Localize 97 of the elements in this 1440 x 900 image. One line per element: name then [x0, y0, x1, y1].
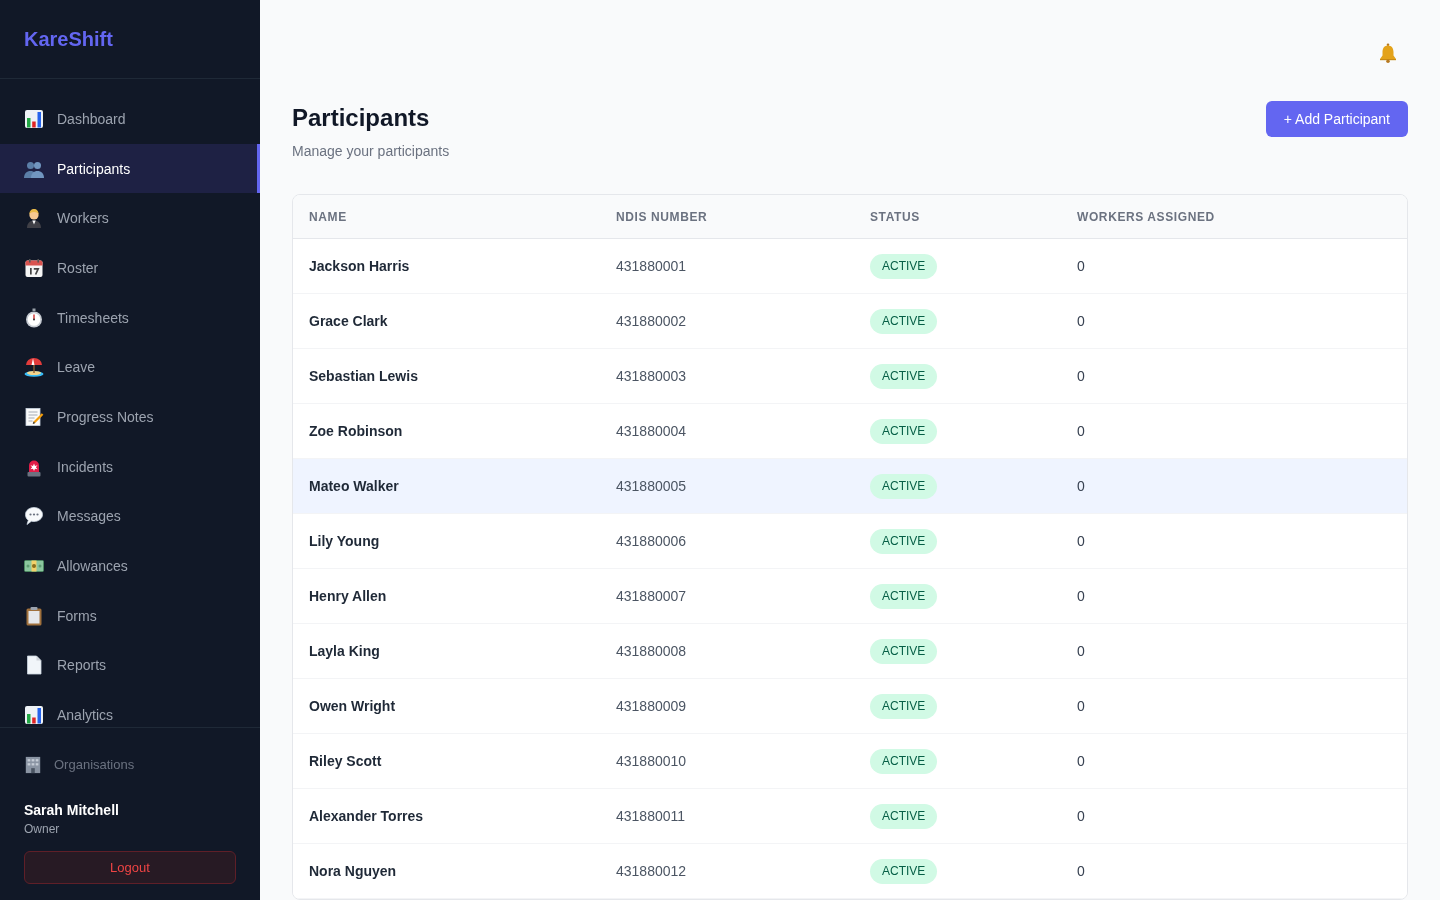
participant-name: Grace Clark — [309, 312, 388, 329]
workers-assigned-count: 0 — [1077, 477, 1085, 494]
participant-name: Mateo Walker — [309, 477, 399, 494]
participant-name: Zoe Robinson — [309, 422, 403, 439]
table-row[interactable]: Jackson Harris 431880001 ACTIVE 0 — [293, 238, 1407, 293]
column-header: NAME — [309, 210, 347, 225]
logout-button[interactable]: Logout — [24, 851, 236, 884]
organisations-link[interactable]: Organisations — [24, 755, 135, 775]
user-name: Sarah Mitchell — [24, 801, 119, 820]
participant-name: Lily Young — [309, 532, 380, 549]
sidebar-item[interactable]: Workers — [0, 193, 260, 244]
column-header: WORKERS ASSIGNED — [1077, 210, 1215, 225]
status-badge: ACTIVE — [870, 418, 938, 444]
workers-assigned-count: 0 — [1077, 367, 1085, 384]
table-row[interactable]: Sebastian Lewis 431880003 ACTIVE 0 — [293, 348, 1407, 403]
workers-assigned-count: 0 — [1077, 587, 1085, 604]
document-icon — [24, 655, 44, 676]
page-title: Participants — [292, 103, 430, 133]
status-badge: ACTIVE — [870, 583, 938, 609]
status-badge: ACTIVE — [870, 858, 938, 884]
brand-name: KareShift — [24, 27, 113, 51]
stopwatch-icon — [24, 307, 44, 328]
ndis-number: 431880003 — [616, 367, 687, 384]
ndis-number: 431880008 — [616, 642, 687, 659]
status-badge: ACTIVE — [870, 308, 938, 334]
table-row[interactable]: Zoe Robinson 431880004 ACTIVE 0 — [293, 403, 1407, 458]
status-badge: ACTIVE — [870, 693, 938, 719]
sidebar-item[interactable]: Reports — [0, 640, 260, 691]
sidebar-item[interactable]: Analytics — [0, 690, 260, 727]
sidebar-item[interactable]: Dashboard — [0, 94, 260, 144]
building-icon — [24, 756, 42, 774]
ndis-number: 431880006 — [616, 532, 687, 549]
status-badge: ACTIVE — [870, 528, 938, 554]
column-header: STATUS — [870, 210, 920, 225]
ndis-number: 431880011 — [616, 807, 686, 824]
add-participant-button[interactable]: + Add Participant — [1265, 101, 1408, 137]
status-badge: ACTIVE — [870, 473, 938, 499]
workers-assigned-count: 0 — [1077, 807, 1085, 824]
workers-assigned-count: 0 — [1077, 257, 1085, 274]
sidebar-item[interactable]: Messages — [0, 491, 260, 542]
speech-bubble-icon — [24, 506, 44, 527]
beach-umbrella-icon — [24, 357, 44, 378]
table-row[interactable]: Riley Scott 431880010 ACTIVE 0 — [293, 733, 1407, 788]
bar-chart-icon — [24, 108, 44, 129]
workers-assigned-count: 0 — [1077, 532, 1085, 549]
clipboard-icon — [24, 605, 44, 626]
status-badge: ACTIVE — [870, 253, 938, 279]
status-badge: ACTIVE — [870, 638, 938, 664]
ndis-number: 431880012 — [616, 862, 687, 879]
sidebar-item[interactable]: Progress Notes — [0, 392, 260, 442]
workers-assigned-count: 0 — [1077, 862, 1085, 879]
workers-assigned-count: 0 — [1077, 752, 1085, 769]
participant-name: Alexander Torres — [309, 807, 424, 824]
table-row[interactable]: Alexander Torres 431880011 ACTIVE 0 — [293, 788, 1407, 843]
table-row[interactable]: Grace Clark 431880002 ACTIVE 0 — [293, 293, 1407, 348]
participant-name: Sebastian Lewis — [309, 367, 418, 384]
ndis-number: 431880009 — [616, 697, 687, 714]
sidebar-item[interactable]: Incidents — [0, 441, 260, 492]
column-header: NDIS NUMBER — [616, 210, 708, 225]
bell-icon[interactable] — [1378, 43, 1398, 63]
table-row[interactable]: Layla King 431880008 ACTIVE 0 — [293, 623, 1407, 678]
ndis-number: 431880010 — [616, 752, 687, 769]
workers-assigned-count: 0 — [1077, 422, 1085, 439]
participant-name: Nora Nguyen — [309, 862, 397, 879]
table-row[interactable]: Owen Wright 431880009 ACTIVE 0 — [293, 678, 1407, 733]
sidebar-item[interactable]: Participants — [0, 143, 260, 194]
workers-assigned-count: 0 — [1077, 312, 1085, 329]
sidebar-item[interactable]: Roster — [0, 243, 260, 293]
user-role: Owner — [24, 821, 60, 837]
sidebar-item[interactable]: Leave — [0, 342, 260, 393]
table-row[interactable]: Mateo Walker 431880005 ACTIVE 0 — [293, 458, 1407, 513]
bar-chart-icon — [24, 705, 44, 726]
status-badge: ACTIVE — [870, 748, 938, 774]
table-row[interactable]: Nora Nguyen 431880012 ACTIVE 0 — [293, 843, 1407, 898]
participant-name: Jackson Harris — [309, 257, 410, 274]
page-subtitle: Manage your participants — [292, 142, 450, 161]
participant-name: Riley Scott — [309, 752, 382, 769]
ndis-number: 431880004 — [616, 422, 687, 439]
sidebar-item[interactable]: Timesheets — [0, 292, 260, 343]
participant-name: Owen Wright — [309, 697, 396, 714]
status-badge: ACTIVE — [870, 803, 938, 829]
ndis-number: 431880002 — [616, 312, 687, 329]
notepad-icon — [24, 406, 44, 427]
ndis-number: 431880001 — [616, 257, 687, 274]
table-row[interactable]: Henry Allen 431880007 ACTIVE 0 — [293, 568, 1407, 623]
table-row[interactable]: Lily Young 431880006 ACTIVE 0 — [293, 513, 1407, 568]
participant-name: Henry Allen — [309, 587, 387, 604]
status-badge: ACTIVE — [870, 363, 938, 389]
workers-assigned-count: 0 — [1077, 697, 1085, 714]
calendar-icon — [24, 257, 44, 278]
person-icon — [24, 208, 44, 229]
participant-name: Layla King — [309, 642, 380, 659]
ndis-number: 431880005 — [616, 477, 687, 494]
sidebar-item[interactable]: Forms — [0, 590, 260, 641]
sidebar-item[interactable]: Allowances — [0, 541, 260, 591]
ndis-number: 431880007 — [616, 587, 687, 604]
workers-assigned-count: 0 — [1077, 642, 1085, 659]
